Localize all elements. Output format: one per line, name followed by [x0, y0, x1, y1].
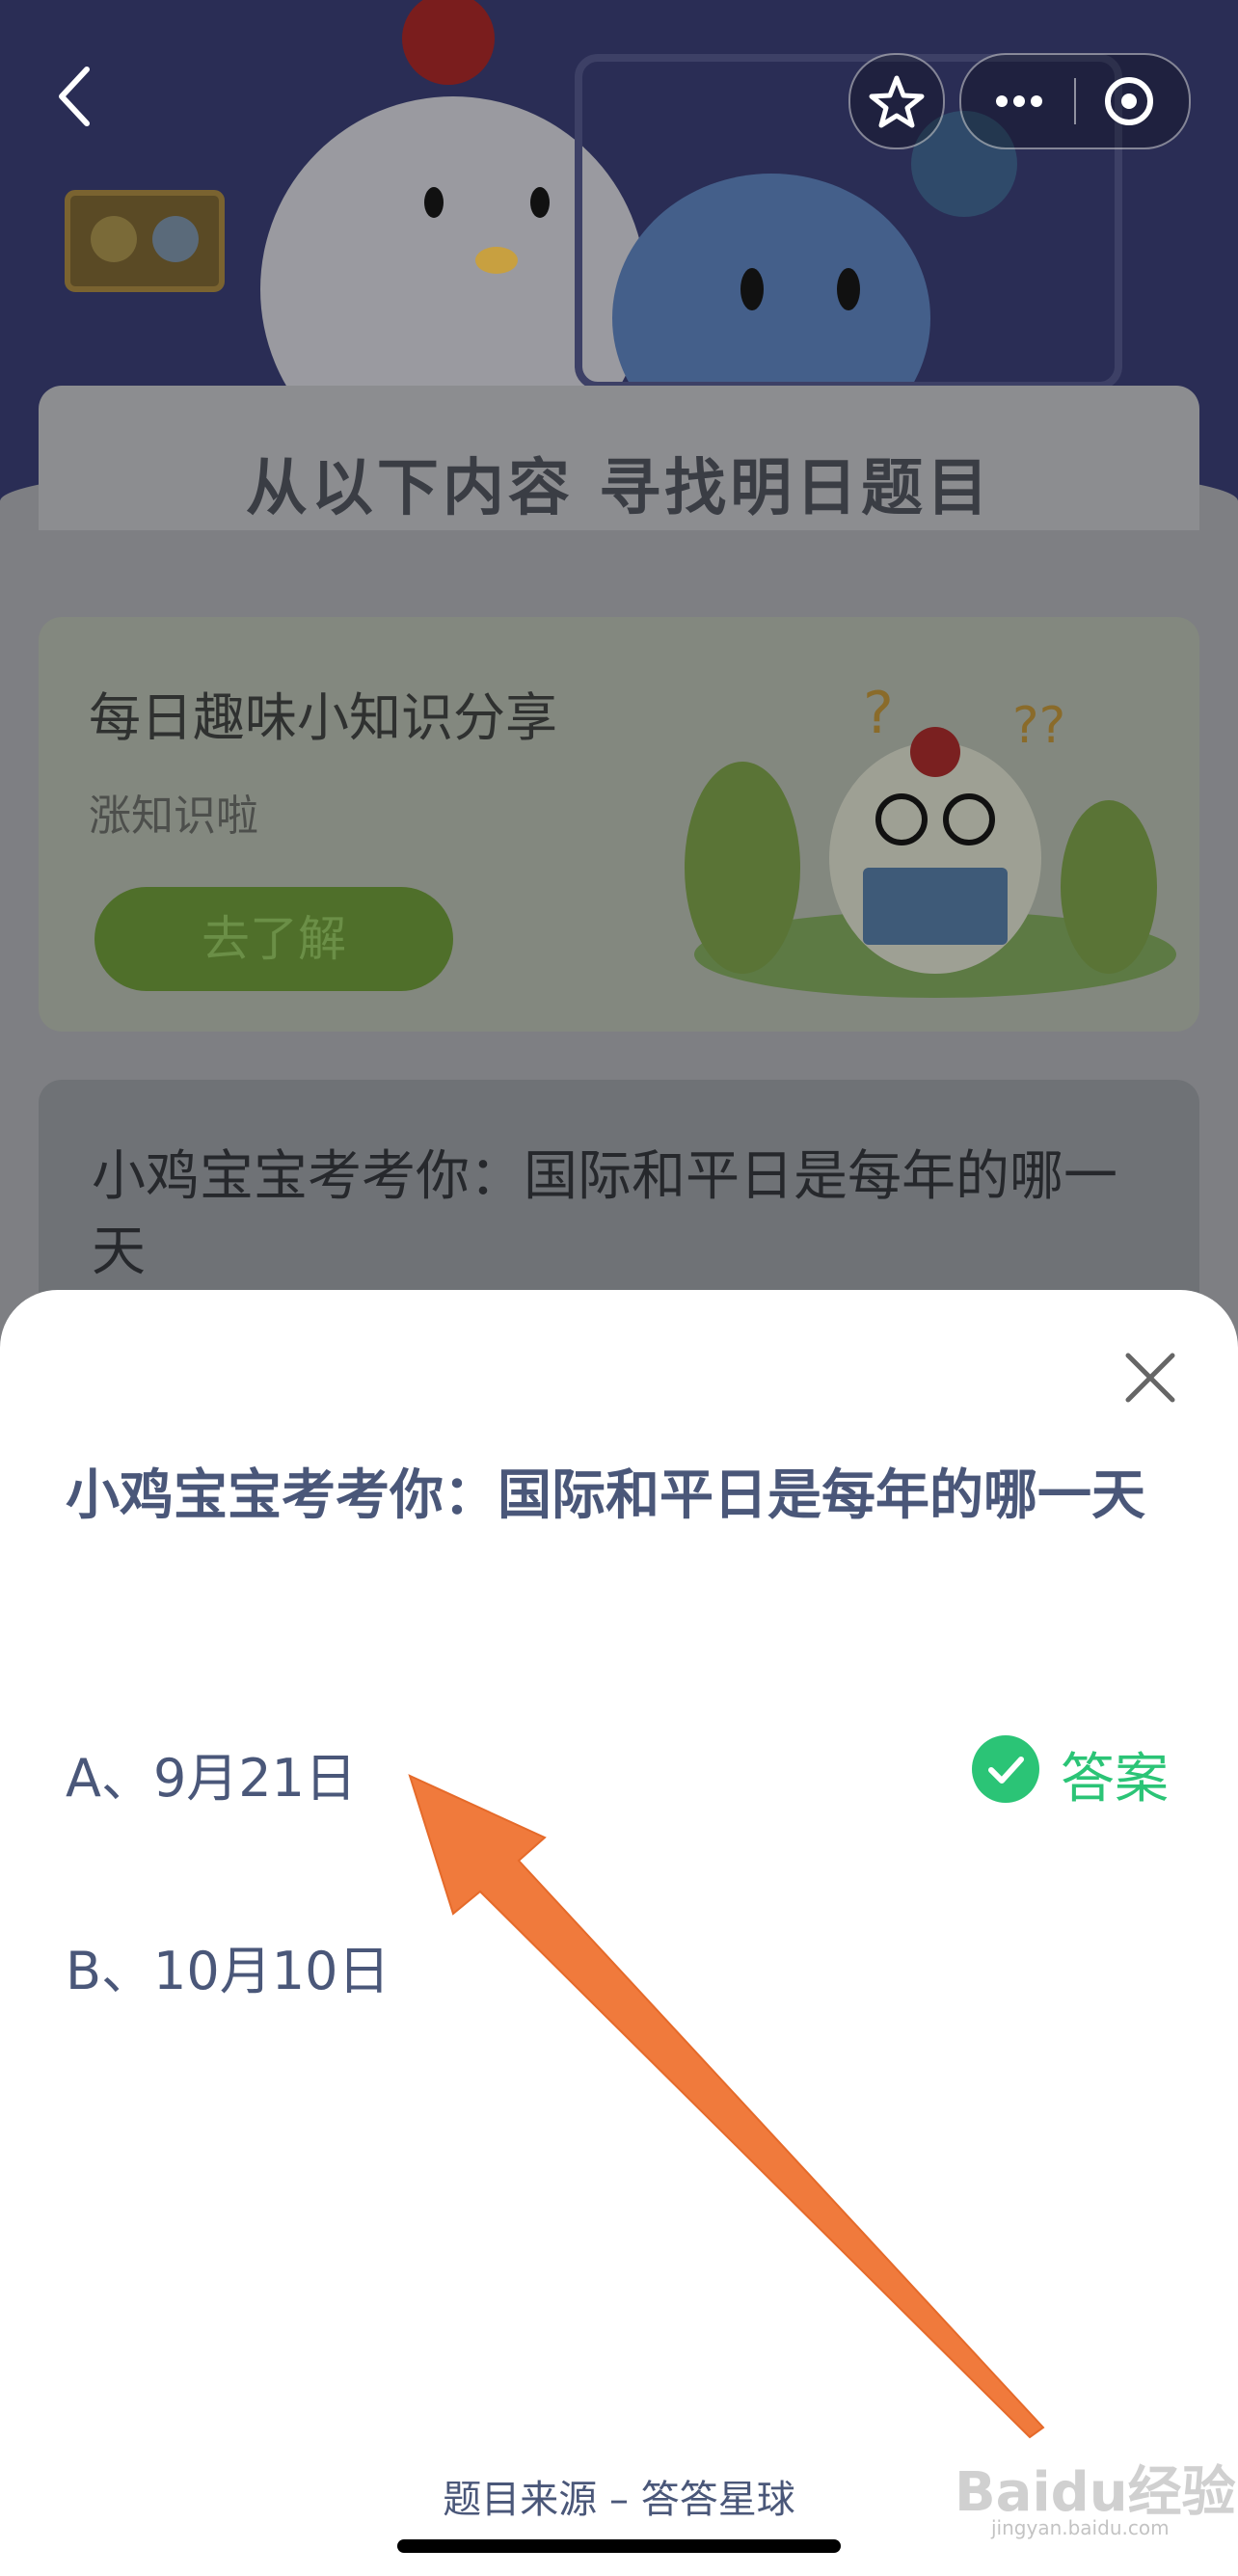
answer-label: 答案: [1061, 1748, 1169, 1811]
exit-button[interactable]: [1076, 55, 1189, 148]
target-circle-icon: [1105, 77, 1153, 125]
home-indicator: [397, 2539, 841, 2553]
svg-text:?: ?: [863, 680, 894, 747]
section-header-card: 从以下内容 寻找明日题目: [39, 386, 1199, 530]
knowledge-card-subtitle: 涨知识啦: [89, 792, 258, 841]
watermark-main: Baidu经验: [955, 2461, 1236, 2524]
favorite-button[interactable]: [848, 53, 945, 149]
knowledge-card-title: 每日趣味小知识分享: [89, 687, 557, 748]
star-icon: [869, 75, 925, 128]
more-dots-icon: [996, 95, 1042, 107]
knowledge-card[interactable]: 每日趣味小知识分享 涨知识啦 去了解 ? ??: [39, 617, 1199, 1032]
more-button[interactable]: [961, 55, 1074, 148]
option-a[interactable]: A、9月21日: [66, 1735, 357, 1811]
learn-more-button[interactable]: 去了解: [94, 887, 453, 991]
svg-text:??: ??: [1012, 697, 1065, 755]
sheet-question: 小鸡宝宝考考你：国际和平日是每年的哪一天: [66, 1464, 1145, 1527]
close-icon: [1125, 1353, 1175, 1403]
background: 从以下内容 寻找明日题目 每日趣味小知识分享 涨知识啦 去了解 ? ?? 小鸡宝…: [0, 0, 1238, 1350]
chevron-left-icon: [59, 67, 90, 126]
watermark-sub: jingyan.baidu.com: [991, 2516, 1170, 2539]
mini-program-capsule: [959, 53, 1191, 149]
back-button[interactable]: [48, 58, 106, 135]
section-title: 从以下内容 寻找明日题目: [245, 453, 993, 524]
option-b[interactable]: B、10月10日: [66, 1928, 390, 2004]
check-icon: [972, 1735, 1039, 1803]
baidu-watermark: Baidu经验 jingyan.baidu.com: [945, 2449, 1236, 2555]
close-button[interactable]: [1120, 1348, 1180, 1408]
question-card-title: 小鸡宝宝考考你：国际和平日是每年的哪一天: [92, 1145, 1117, 1283]
chick-reading-illustration: ? ??: [685, 680, 1176, 998]
